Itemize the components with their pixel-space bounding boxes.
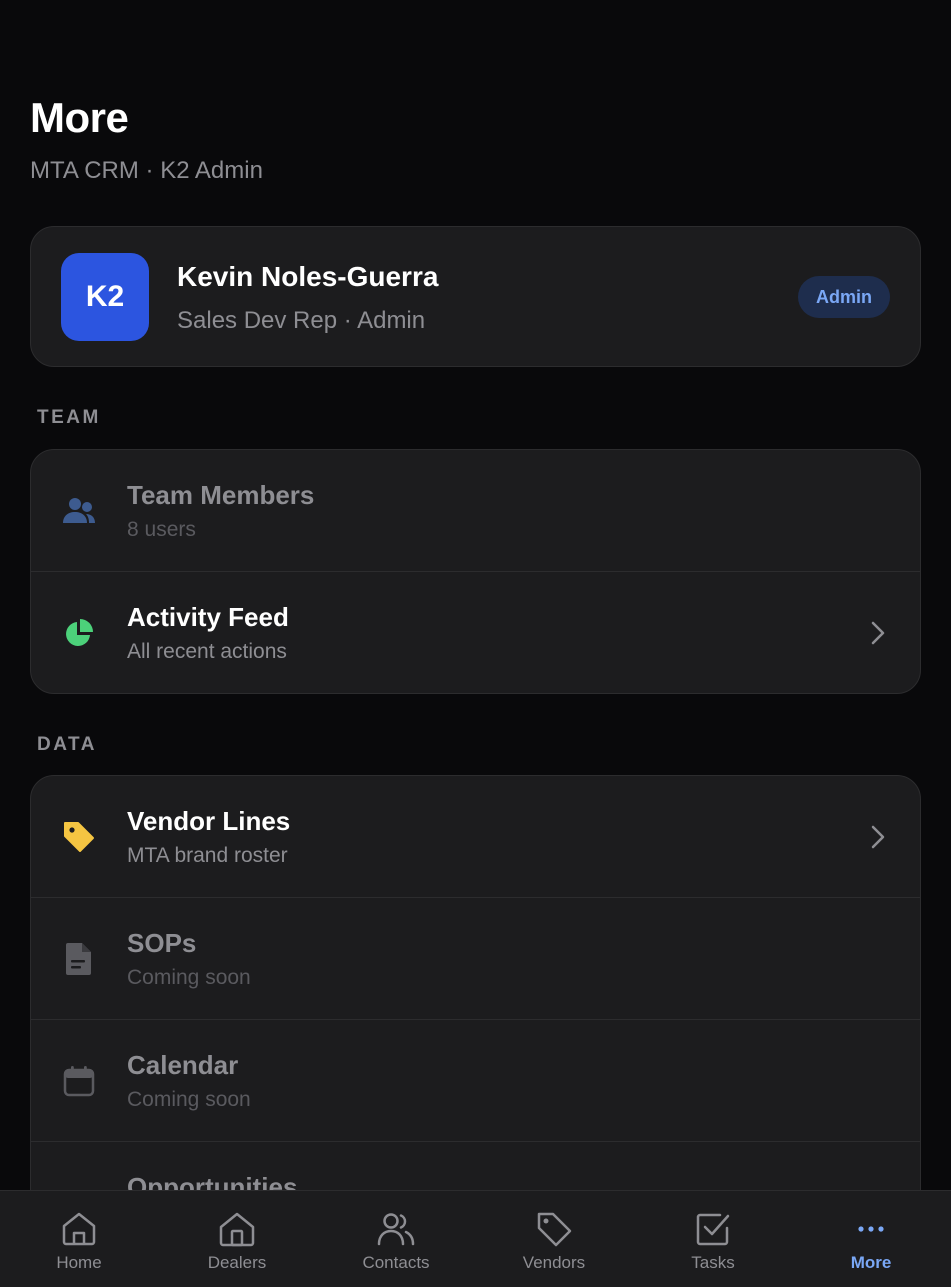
row-title: Calendar — [127, 1050, 239, 1080]
document-icon — [61, 941, 97, 977]
row-title: Activity Feed — [127, 602, 289, 632]
row-subtitle: Coming soon — [127, 966, 251, 989]
scroll-content[interactable]: More MTA CRM · K2 Admin K2 Kevin Noles-G… — [0, 0, 951, 1190]
tab-home[interactable]: Home — [0, 1191, 158, 1287]
avatar: K2 — [61, 253, 149, 341]
row-subtitle: MTA brand roster — [127, 844, 288, 867]
tab-dealers[interactable]: Dealers — [158, 1191, 316, 1287]
list-item-team-members: Team Members 8 users — [31, 450, 920, 572]
row-title: SOPs — [127, 928, 197, 958]
row-title: Opportunities — [127, 1172, 298, 1190]
team-card: Team Members 8 users Activity Feed All r… — [30, 449, 921, 694]
tab-bar: Home Dealers Contacts Vendors Tasks More — [0, 1190, 951, 1287]
tab-label: Vendors — [522, 1253, 586, 1272]
row-subtitle: Coming soon — [127, 1088, 251, 1111]
people-icon — [61, 493, 97, 529]
list-item-sops: SOPs Coming soon — [31, 898, 920, 1020]
tab-label: Home — [56, 1253, 102, 1272]
page-title: More — [30, 94, 129, 141]
home-icon — [62, 1212, 96, 1246]
tab-vendors[interactable]: Vendors — [475, 1191, 633, 1287]
profile-name: Kevin Noles-Guerra — [177, 261, 439, 292]
tab-tasks[interactable]: Tasks — [634, 1191, 792, 1287]
tag-icon — [61, 819, 97, 855]
section-label-data: DATA — [37, 734, 97, 755]
profile-card: K2 Kevin Noles-Guerra Sales Dev Rep · Ad… — [30, 226, 921, 367]
tab-label: More — [850, 1253, 892, 1272]
tab-more[interactable]: More — [792, 1191, 950, 1287]
section-label-team: TEAM — [37, 407, 101, 428]
chevron-right-icon — [871, 825, 885, 849]
data-card: Vendor Lines MTA brand roster SOPs Comin… — [30, 775, 921, 1190]
list-item-calendar: Calendar Coming soon — [31, 1020, 920, 1142]
list-item-opportunities: Opportunities — [31, 1142, 920, 1190]
page-subtitle: MTA CRM · K2 Admin — [30, 157, 263, 184]
more-screen: More MTA CRM · K2 Admin K2 Kevin Noles-G… — [0, 0, 951, 1287]
checkbox-icon — [696, 1213, 730, 1246]
pie-chart-icon — [61, 615, 97, 651]
row-title: Vendor Lines — [127, 806, 291, 836]
calendar-icon — [61, 1063, 97, 1099]
tab-label: Tasks — [691, 1253, 735, 1272]
list-item-vendor-lines[interactable]: Vendor Lines MTA brand roster — [31, 776, 920, 898]
tab-label: Contacts — [362, 1253, 430, 1272]
chevron-right-icon — [871, 621, 885, 645]
tag-outline-icon — [537, 1212, 572, 1247]
contacts-icon — [377, 1213, 415, 1246]
tab-label: Dealers — [207, 1253, 267, 1272]
row-subtitle: 8 users — [127, 518, 196, 541]
row-title: Team Members — [127, 480, 315, 510]
profile-role: Sales Dev Rep · Admin — [177, 307, 426, 334]
row-subtitle: All recent actions — [127, 640, 287, 663]
list-item-activity-feed[interactable]: Activity Feed All recent actions — [31, 572, 920, 693]
more-dots-icon — [858, 1226, 884, 1232]
tab-contacts[interactable]: Contacts — [317, 1191, 475, 1287]
dealers-icon — [219, 1212, 255, 1247]
role-badge: Admin — [798, 276, 890, 318]
